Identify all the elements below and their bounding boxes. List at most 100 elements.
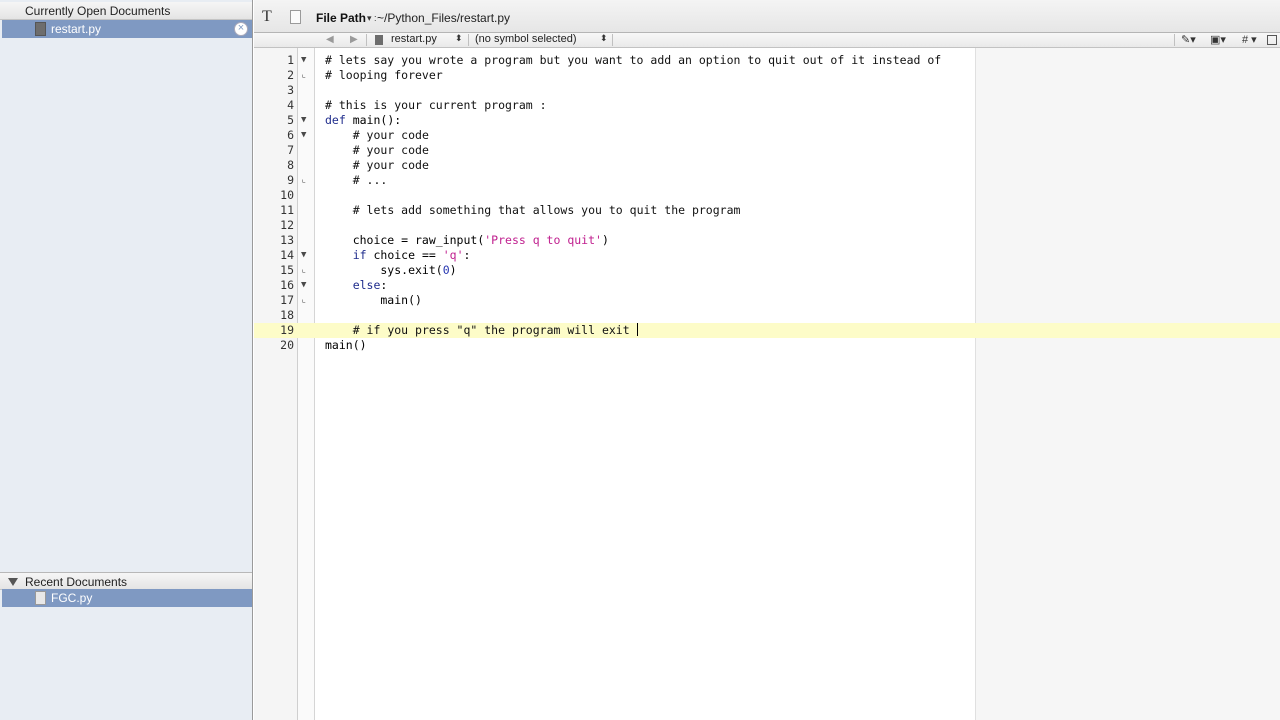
line-number: 14 bbox=[280, 248, 294, 262]
line-number: 15 bbox=[280, 263, 294, 277]
symbol-selector[interactable]: (no symbol selected) bbox=[475, 33, 577, 45]
code-line[interactable]: 2 ⌞ # looping forever bbox=[254, 68, 1280, 83]
line-number: 6 bbox=[287, 128, 294, 142]
code-line[interactable]: 16 ▼ else: bbox=[254, 278, 1280, 293]
hash-menu-icon[interactable]: # ▾ bbox=[1242, 33, 1257, 46]
split-view-icon[interactable] bbox=[1267, 35, 1277, 45]
open-documents-header: Currently Open Documents bbox=[0, 2, 252, 20]
line-number: 10 bbox=[280, 188, 294, 202]
recent-documents-label: Recent Documents bbox=[25, 575, 128, 589]
line-number: 17 bbox=[280, 293, 294, 307]
sidebar: Currently Open Documents restart.py × Re… bbox=[0, 0, 253, 720]
code-text[interactable]: def main(): bbox=[325, 113, 401, 128]
code-line[interactable]: 18 bbox=[254, 308, 1280, 323]
fold-toggle-icon[interactable]: ▼ bbox=[301, 128, 311, 143]
fold-toggle-icon[interactable]: ▼ bbox=[301, 113, 311, 128]
file-stepper-icon[interactable]: ⬍ bbox=[455, 33, 463, 44]
code-line[interactable]: 9 ⌞ # ... bbox=[254, 173, 1280, 188]
toolbar: T File Path ▾ : ~/Python_Files/restart.p… bbox=[254, 0, 1280, 33]
pencil-menu-icon[interactable]: ✎▾ bbox=[1181, 33, 1196, 46]
open-document-label: restart.py bbox=[51, 22, 102, 36]
code-text[interactable]: if choice == 'q': bbox=[325, 248, 471, 263]
code-line[interactable]: 7 # your code bbox=[254, 143, 1280, 158]
file-path-label[interactable]: File Path bbox=[316, 11, 366, 25]
code-lines[interactable]: 1 ▼ # lets say you wrote a program but you… bbox=[254, 53, 1280, 353]
markup-menu-icon[interactable]: ▣▾ bbox=[1210, 33, 1226, 46]
fold-toggle-icon[interactable]: ▼ bbox=[301, 278, 311, 293]
code-line[interactable]: 14 ▼ if choice == 'q': bbox=[254, 248, 1280, 263]
code-line[interactable]: 19 # if you press "q" the program will e… bbox=[254, 323, 1280, 338]
code-line[interactable]: 4 # this is your current program : bbox=[254, 98, 1280, 113]
recent-document-item[interactable]: FGC.py bbox=[2, 589, 252, 607]
fold-toggle-icon[interactable]: ▼ bbox=[301, 53, 311, 68]
line-number: 1 bbox=[287, 53, 294, 67]
fold-toggle-icon[interactable]: ▼ bbox=[301, 248, 311, 263]
line-number: 5 bbox=[287, 113, 294, 127]
line-number: 3 bbox=[287, 83, 294, 97]
code-text[interactable]: # your code bbox=[325, 128, 429, 143]
text-tool-icon[interactable]: T bbox=[262, 8, 272, 26]
code-text[interactable]: else: bbox=[325, 278, 388, 293]
line-number: 7 bbox=[287, 143, 294, 157]
file-path-dropdown-caret[interactable]: ▾ : bbox=[367, 13, 377, 24]
fold-toggle-icon[interactable]: ⌞ bbox=[301, 263, 311, 278]
code-text[interactable]: # your code bbox=[325, 143, 429, 158]
code-line[interactable]: 1 ▼ # lets say you wrote a program but you… bbox=[254, 53, 1280, 68]
disclosure-triangle-icon[interactable] bbox=[8, 578, 18, 586]
code-text[interactable]: # lets say you wrote a program but you w… bbox=[325, 53, 941, 68]
code-line[interactable]: 17 ⌞ main() bbox=[254, 293, 1280, 308]
line-number: 18 bbox=[280, 308, 294, 322]
recent-documents-header[interactable]: Recent Documents bbox=[0, 572, 252, 590]
file-icon bbox=[35, 591, 46, 605]
code-text[interactable]: main() bbox=[325, 293, 422, 308]
fold-toggle-icon[interactable]: ⌞ bbox=[301, 68, 311, 83]
divider bbox=[612, 34, 613, 46]
code-text[interactable]: # lets add something that allows you to … bbox=[325, 203, 741, 218]
code-text[interactable]: # your code bbox=[325, 158, 429, 173]
code-line[interactable]: 6 ▼ # your code bbox=[254, 128, 1280, 143]
navigation-bar: ◀ ▶ restart.py ⬍ (no symbol selected) ⬍ … bbox=[254, 33, 1280, 48]
file-path-value: ~/Python_Files/restart.py bbox=[377, 11, 511, 25]
code-line[interactable]: 20 main() bbox=[254, 338, 1280, 353]
python-file-icon bbox=[35, 22, 46, 36]
code-text[interactable]: # if you press "q" the program will exit bbox=[325, 323, 638, 338]
close-icon[interactable]: × bbox=[234, 22, 248, 36]
file-icon bbox=[375, 35, 383, 45]
line-number: 9 bbox=[287, 173, 294, 187]
line-number: 12 bbox=[280, 218, 294, 232]
code-line[interactable]: 8 # your code bbox=[254, 158, 1280, 173]
code-line[interactable]: 10 bbox=[254, 188, 1280, 203]
code-line[interactable]: 11 # lets add something that allows you … bbox=[254, 203, 1280, 218]
code-text[interactable]: sys.exit(0) bbox=[325, 263, 456, 278]
code-line[interactable]: 15 ⌞ sys.exit(0) bbox=[254, 263, 1280, 278]
forward-arrow-icon[interactable]: ▶ bbox=[350, 34, 358, 45]
line-number: 19 bbox=[280, 323, 294, 337]
line-number: 13 bbox=[280, 233, 294, 247]
open-document-item[interactable]: restart.py × bbox=[2, 20, 252, 38]
document-icon[interactable] bbox=[290, 10, 301, 24]
text-cursor bbox=[636, 323, 638, 336]
code-line[interactable]: 3 bbox=[254, 83, 1280, 98]
line-number: 16 bbox=[280, 278, 294, 292]
line-number: 4 bbox=[287, 98, 294, 112]
line-number: 8 bbox=[287, 158, 294, 172]
line-number: 20 bbox=[280, 338, 294, 352]
divider bbox=[468, 34, 469, 46]
file-selector[interactable]: restart.py bbox=[391, 33, 437, 45]
code-line[interactable]: 12 bbox=[254, 218, 1280, 233]
symbol-stepper-icon[interactable]: ⬍ bbox=[600, 33, 608, 44]
code-text[interactable]: # ... bbox=[325, 173, 388, 188]
fold-toggle-icon[interactable]: ⌞ bbox=[301, 293, 311, 308]
divider bbox=[366, 34, 367, 46]
code-line[interactable]: 5 ▼ def main(): bbox=[254, 113, 1280, 128]
fold-toggle-icon[interactable]: ⌞ bbox=[301, 173, 311, 188]
line-number: 2 bbox=[287, 68, 294, 82]
recent-document-label: FGC.py bbox=[51, 591, 93, 605]
code-text[interactable]: # looping forever bbox=[325, 68, 443, 83]
code-text[interactable]: main() bbox=[325, 338, 367, 353]
code-line[interactable]: 13 choice = raw_input('Press q to quit') bbox=[254, 233, 1280, 248]
line-number: 11 bbox=[280, 203, 294, 217]
code-text[interactable]: # this is your current program : bbox=[325, 98, 547, 113]
back-arrow-icon[interactable]: ◀ bbox=[326, 34, 334, 45]
code-text[interactable]: choice = raw_input('Press q to quit') bbox=[325, 233, 609, 248]
